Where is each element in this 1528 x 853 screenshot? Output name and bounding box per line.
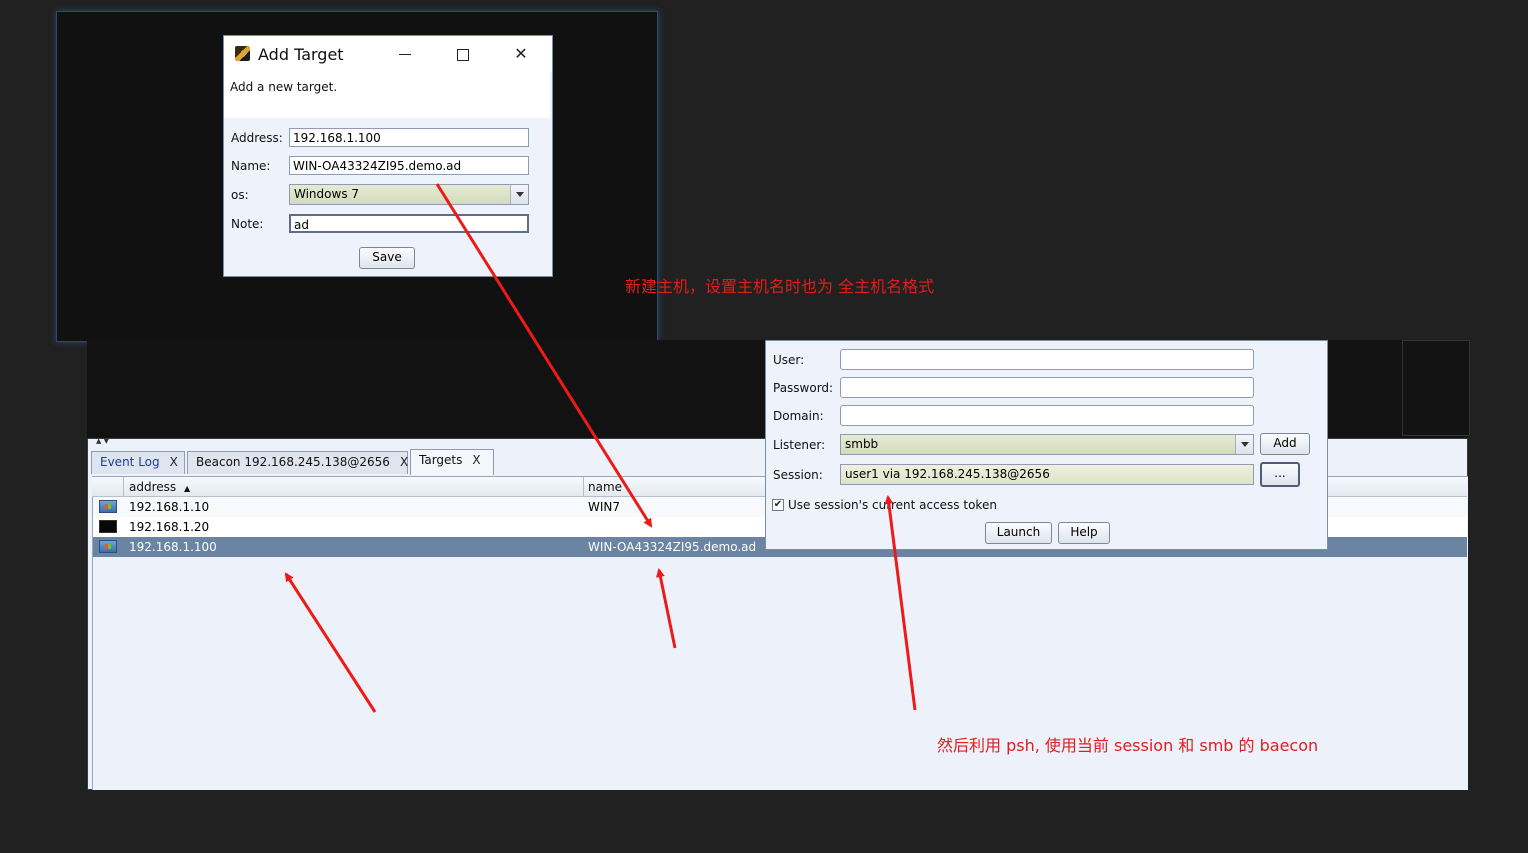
close-icon[interactable]: ✕ bbox=[508, 44, 534, 64]
row-address: 192.168.1.10 bbox=[129, 500, 210, 514]
app-icon bbox=[235, 46, 250, 61]
console-thumbnail bbox=[1402, 340, 1470, 436]
column-header-address[interactable]: address ▲ bbox=[129, 480, 190, 494]
save-button[interactable]: Save bbox=[359, 247, 415, 269]
psh-launch-dialog: User: Password: Domain: Listener: smbb A… bbox=[765, 340, 1328, 550]
listener-select-value: smbb bbox=[845, 437, 879, 451]
listener-label: Listener: bbox=[773, 438, 826, 452]
tab-beacon[interactable]: Beacon 192.168.245.138@2656 X bbox=[187, 451, 408, 474]
unknown-host-icon bbox=[99, 520, 117, 533]
annotation-note-bottom: 然后利用 psh, 使用当前 session 和 smb 的 baecon bbox=[937, 736, 1319, 755]
use-token-checkbox[interactable]: ✔ bbox=[772, 499, 784, 511]
add-listener-button[interactable]: Add bbox=[1260, 433, 1310, 455]
sort-ascending-icon: ▲ bbox=[183, 484, 191, 493]
name-label: Name: bbox=[231, 159, 271, 173]
row-name: WIN7 bbox=[588, 500, 621, 514]
windows-host-icon bbox=[99, 500, 117, 513]
dialog-title: Add Target bbox=[258, 45, 344, 64]
session-input[interactable]: user1 via 192.168.245.138@2656 bbox=[840, 464, 1254, 485]
row-address: 192.168.1.100 bbox=[129, 540, 217, 554]
add-target-dialog: Add Target ✕ Add a new target. Address: … bbox=[223, 35, 553, 277]
password-label: Password: bbox=[773, 381, 834, 395]
tab-close-icon[interactable]: X bbox=[400, 455, 408, 469]
maximize-icon[interactable] bbox=[450, 44, 476, 64]
chevron-down-icon[interactable] bbox=[510, 185, 528, 204]
column-separator[interactable] bbox=[583, 477, 584, 496]
os-select[interactable]: Windows 7 bbox=[289, 184, 529, 205]
os-label: os: bbox=[231, 188, 249, 202]
dialog-titlebar: Add Target ✕ bbox=[224, 36, 552, 72]
minimize-icon[interactable] bbox=[392, 44, 418, 64]
tab-label: Event Log bbox=[100, 455, 160, 469]
browse-session-button[interactable]: ... bbox=[1260, 462, 1300, 487]
note-label: Note: bbox=[231, 217, 264, 231]
domain-input[interactable] bbox=[840, 405, 1254, 426]
tab-targets[interactable]: Targets X bbox=[410, 449, 494, 475]
windows-host-icon bbox=[99, 540, 117, 553]
launch-button[interactable]: Launch bbox=[985, 522, 1052, 544]
address-input[interactable]: 192.168.1.100 bbox=[289, 128, 529, 147]
help-button[interactable]: Help bbox=[1058, 522, 1110, 544]
description-panel: Add a new target. bbox=[224, 72, 550, 118]
address-label: Address: bbox=[231, 131, 283, 145]
session-label: Session: bbox=[773, 468, 823, 482]
row-name: WIN-OA43324ZI95.demo.ad bbox=[588, 540, 757, 554]
row-address: 192.168.1.20 bbox=[129, 520, 210, 534]
tab-label: Targets bbox=[419, 453, 463, 467]
user-input[interactable] bbox=[840, 349, 1254, 370]
domain-label: Domain: bbox=[773, 409, 824, 423]
dialog-description: Add a new target. bbox=[230, 80, 338, 94]
tab-close-icon[interactable]: X bbox=[472, 453, 480, 467]
user-label: User: bbox=[773, 353, 805, 367]
splitter-arrows-icon[interactable]: ▲ ▼ bbox=[96, 437, 109, 445]
annotation-note-top: 新建主机，设置主机名时也为 全主机名格式 bbox=[625, 277, 935, 296]
tab-event-log[interactable]: Event Log X bbox=[91, 451, 185, 474]
os-select-value: Windows 7 bbox=[294, 187, 360, 201]
column-separator[interactable] bbox=[123, 477, 124, 496]
tab-close-icon[interactable]: X bbox=[170, 455, 178, 469]
tab-label: Beacon 192.168.245.138@2656 bbox=[196, 455, 390, 469]
listener-select[interactable]: smbb bbox=[840, 434, 1254, 455]
column-header-name[interactable]: name bbox=[588, 480, 622, 494]
password-input[interactable] bbox=[840, 377, 1254, 398]
note-input[interactable]: ad bbox=[289, 214, 529, 233]
use-token-label: Use session's current access token bbox=[788, 498, 997, 512]
name-input[interactable]: WIN-OA43324ZI95.demo.ad bbox=[289, 156, 529, 175]
chevron-down-icon[interactable] bbox=[1235, 435, 1253, 454]
